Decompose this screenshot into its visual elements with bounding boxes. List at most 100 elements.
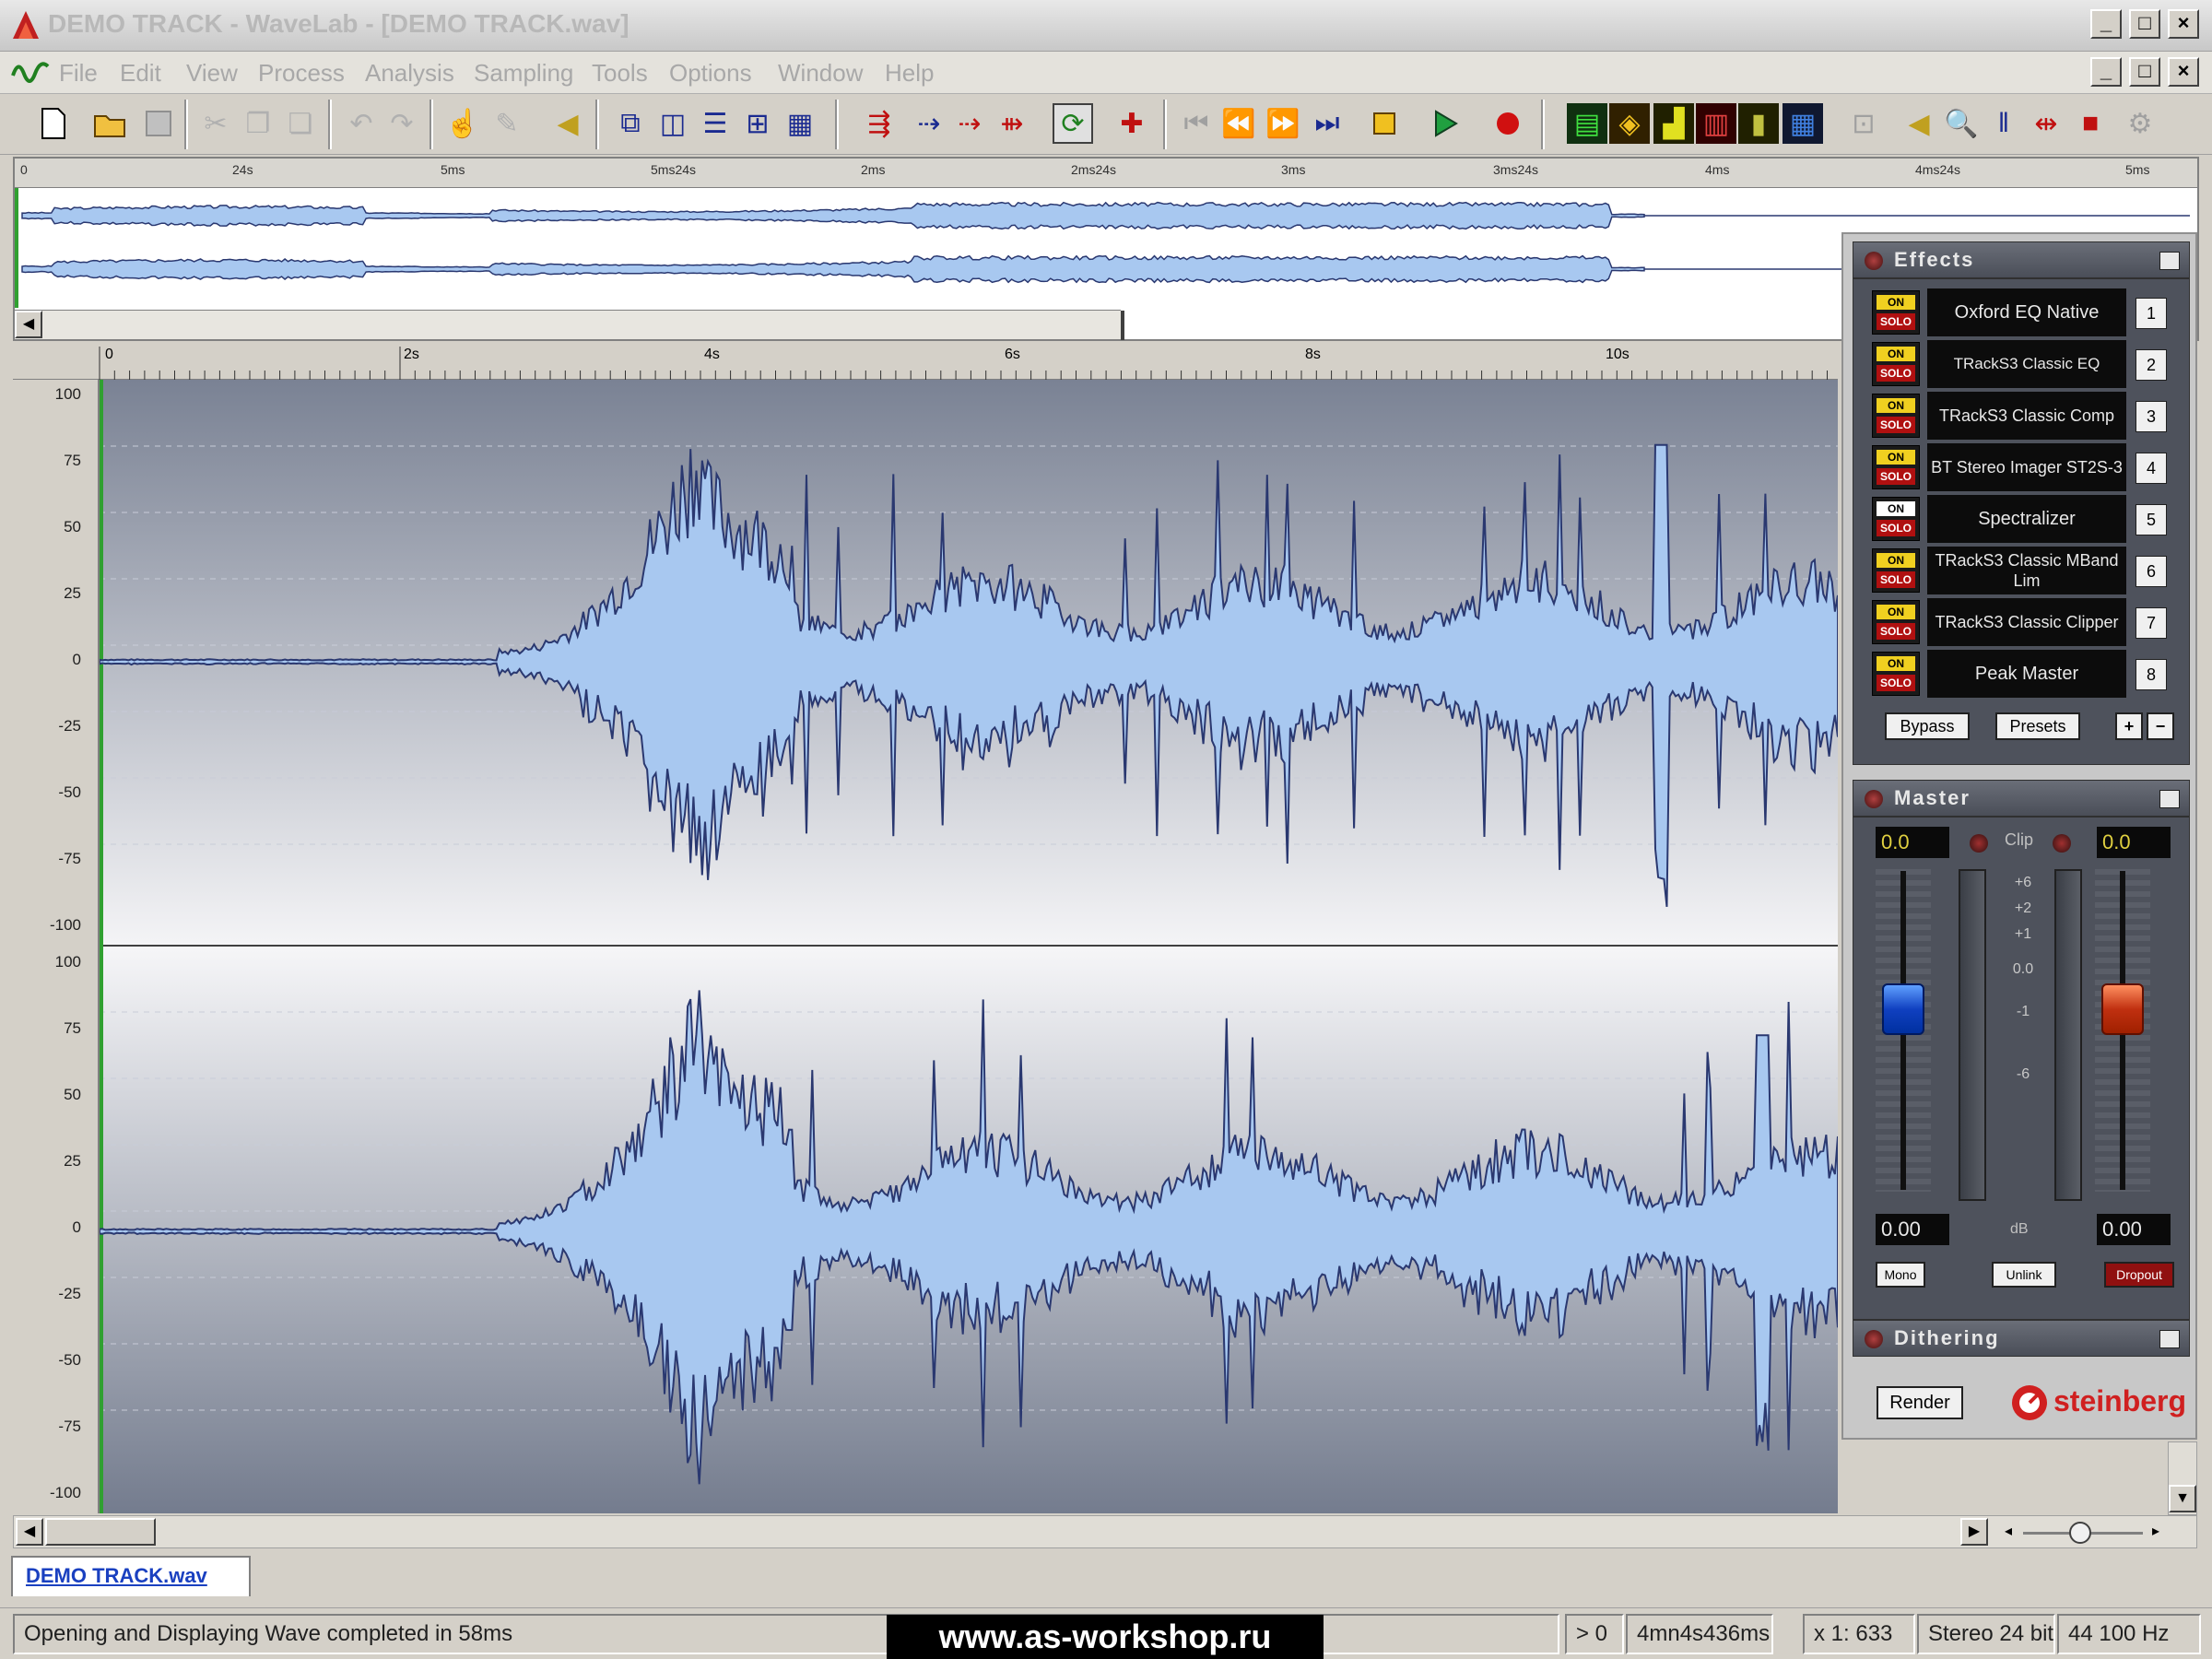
on-solo-switch[interactable]: ON SOLO (1872, 548, 1920, 593)
doc-restore-button[interactable]: □ (2129, 57, 2160, 87)
solo-button[interactable]: SOLO (1877, 468, 1915, 485)
marker-left-icon[interactable]: ⇢ (909, 103, 949, 144)
menu-file[interactable]: File (59, 52, 98, 94)
marker-icon[interactable]: ⇶ (859, 103, 900, 144)
clip-left-led-icon[interactable] (1970, 834, 1988, 853)
effect-number[interactable]: 4 (2136, 453, 2167, 484)
on-solo-switch[interactable]: ON SOLO (1872, 290, 1920, 335)
effect-number[interactable]: 2 (2136, 349, 2167, 381)
settings-icon[interactable]: ⚙ (2120, 103, 2160, 144)
window-cascade-icon[interactable]: ⧉ (610, 103, 651, 144)
effect-name[interactable]: TRackS3 Classic MBand Lim (1927, 547, 2126, 594)
arrange-icon[interactable]: ⊞ (737, 103, 778, 144)
tile-horizontal-icon[interactable]: ☰ (695, 103, 735, 144)
marker-right-icon[interactable]: ⇢ (949, 103, 990, 144)
effect-slot[interactable]: ON SOLO TRackS3 Classic EQ 2 (1863, 340, 2180, 388)
record-icon[interactable] (1488, 103, 1528, 144)
solo-button[interactable]: SOLO (1877, 313, 1915, 330)
zoom-icon[interactable]: 🔍 (1941, 103, 1982, 144)
add-effect-button[interactable]: + (2115, 712, 2143, 740)
menu-help[interactable]: Help (885, 52, 934, 94)
minimize-button[interactable]: _ (2090, 9, 2122, 39)
scroll-down-icon[interactable]: ▼ (2169, 1485, 2196, 1512)
solo-button[interactable]: SOLO (1877, 417, 1915, 433)
unlink-button[interactable]: Unlink (1992, 1262, 2056, 1288)
zoom-slider-handle[interactable] (2069, 1522, 2091, 1544)
phasescope-icon[interactable]: ◈ (1609, 103, 1650, 144)
render-button[interactable]: Render (1877, 1386, 1963, 1419)
on-button[interactable]: ON (1877, 656, 1915, 671)
solo-button[interactable]: SOLO (1877, 571, 1915, 588)
menu-options[interactable]: Options (669, 52, 752, 94)
on-button[interactable]: ON (1877, 553, 1915, 568)
effects-header[interactable]: Effects (1853, 241, 2190, 278)
effect-slot[interactable]: ON SOLO TRackS3 Classic Clipper 7 (1863, 598, 2180, 646)
crossfade-icon[interactable]: ⇹ (2026, 103, 2066, 144)
scroll-left-icon[interactable]: ◀ (16, 1518, 43, 1546)
menu-edit[interactable]: Edit (120, 52, 161, 94)
effect-name[interactable]: TRackS3 Classic Clipper (1927, 598, 2126, 646)
fast-forward-icon[interactable]: ⏩ (1263, 103, 1303, 144)
on-solo-switch[interactable]: ON SOLO (1872, 600, 1920, 644)
on-button[interactable]: ON (1877, 501, 1915, 516)
copy-icon[interactable]: ❐ (238, 103, 278, 144)
on-button[interactable]: ON (1877, 398, 1915, 413)
effect-number[interactable]: 6 (2136, 556, 2167, 587)
effect-number[interactable]: 5 (2136, 504, 2167, 535)
open-folder-icon[interactable] (90, 103, 131, 144)
master-power-icon[interactable] (1865, 790, 1883, 808)
bitmeter-icon[interactable]: ▮ (1738, 103, 1779, 144)
on-button[interactable]: ON (1877, 295, 1915, 310)
left-fader-handle[interactable] (1882, 983, 1924, 1035)
doc-close-button[interactable]: × (2168, 57, 2199, 87)
menu-sampling[interactable]: Sampling (474, 52, 573, 94)
overview-scrollbar[interactable]: ◀ (15, 310, 1124, 340)
wavescope-icon[interactable]: ▦ (1783, 103, 1823, 144)
dithering-collapse-button[interactable] (2159, 1330, 2180, 1348)
status-rate[interactable]: 44 100 Hz (2057, 1614, 2201, 1654)
effect-number[interactable]: 8 (2136, 659, 2167, 690)
oscilloscope-icon[interactable]: ▥ (1696, 103, 1736, 144)
waveform-canvas[interactable] (100, 380, 1838, 1513)
cut-icon[interactable]: ✂ (195, 103, 236, 144)
punch-icon[interactable]: ✚ (1112, 103, 1152, 144)
pencil-icon[interactable]: ✎ (487, 103, 527, 144)
spectroscope-icon[interactable]: ▟ (1653, 103, 1694, 144)
presets-button[interactable]: Presets (1995, 712, 2080, 740)
effect-name[interactable]: TRackS3 Classic Comp (1927, 392, 2126, 440)
status-zoom[interactable]: x 1: 633 (1803, 1614, 1915, 1654)
dithering-power-icon[interactable] (1865, 1330, 1883, 1348)
status-format[interactable]: Stereo 24 bit (1917, 1614, 2055, 1654)
loop-icon[interactable]: ⟳ (1053, 103, 1093, 144)
burn-icon[interactable]: ■ (2070, 103, 2111, 144)
stop-icon[interactable] (1364, 103, 1405, 144)
menu-process[interactable]: Process (258, 52, 345, 94)
snapshot-icon[interactable]: ⊡ (1843, 103, 1884, 144)
solo-button[interactable]: SOLO (1877, 520, 1915, 536)
zoom-in-icon[interactable]: ▸ (2152, 1522, 2159, 1540)
status-cursor[interactable]: > 0 (1565, 1614, 1624, 1654)
undo-icon[interactable]: ↶ (341, 103, 382, 144)
scroll-thumb[interactable] (45, 1518, 156, 1546)
effect-slot[interactable]: ON SOLO TRackS3 Classic Comp 3 (1863, 392, 2180, 440)
effect-slot[interactable]: ON SOLO BT Stereo Imager ST2S-3 4 (1863, 443, 2180, 491)
effect-name[interactable]: TRackS3 Classic EQ (1927, 340, 2126, 388)
new-file-icon[interactable] (33, 103, 74, 144)
doc-minimize-button[interactable]: _ (2090, 57, 2122, 87)
left-gain-display[interactable]: 0.00 (1876, 1214, 1949, 1245)
pause-columns-icon[interactable]: ‖ (1983, 103, 2024, 144)
effect-slot[interactable]: ON SOLO TRackS3 Classic MBand Lim 6 (1863, 547, 2180, 594)
meter-icon[interactable]: ▤ (1567, 103, 1607, 144)
paste-icon[interactable]: ❏ (280, 103, 321, 144)
effects-power-icon[interactable] (1865, 252, 1883, 270)
solo-button[interactable]: SOLO (1877, 623, 1915, 640)
time-ruler[interactable]: 0 2s 4s 6s 8s 10s (13, 343, 1838, 380)
effect-number[interactable]: 3 (2136, 401, 2167, 432)
go-start-icon[interactable]: ⏮ (1176, 103, 1217, 144)
master-header[interactable]: Master (1853, 780, 2190, 817)
effect-slot[interactable]: ON SOLO Oxford EQ Native 1 (1863, 288, 2180, 336)
on-solo-switch[interactable]: ON SOLO (1872, 497, 1920, 541)
waveform-editor[interactable]: 100 75 50 25 0 -25 -50 -75 -100 100 75 5… (13, 380, 1838, 1513)
clip-right-led-icon[interactable] (2053, 834, 2071, 853)
effect-slot[interactable]: ON SOLO Peak Master 8 (1863, 650, 2180, 698)
